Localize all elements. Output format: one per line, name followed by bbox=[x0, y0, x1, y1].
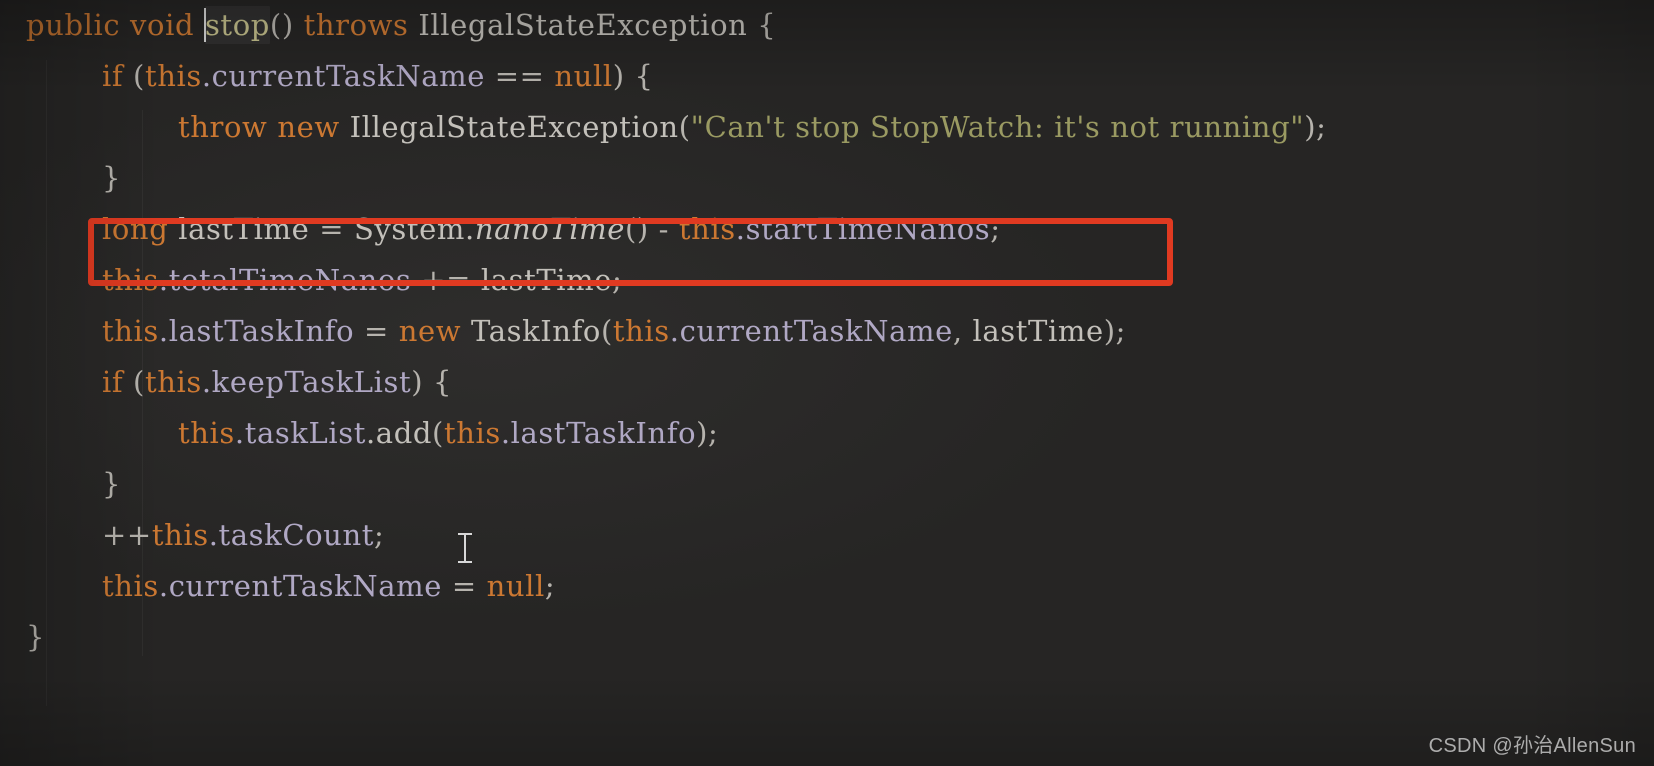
code-line[interactable]: this.lastTaskInfo = new TaskInfo(this.cu… bbox=[0, 306, 1654, 357]
code-line[interactable]: long lastTime = System.nanoTime() - this… bbox=[0, 204, 1654, 255]
code-token: == bbox=[484, 59, 555, 93]
code-token: - bbox=[648, 212, 679, 246]
code-token: lastTime bbox=[480, 263, 613, 297]
code-token: stop bbox=[204, 6, 270, 44]
code-token: ( bbox=[432, 416, 444, 450]
code-token: = bbox=[319, 212, 354, 246]
code-token: null bbox=[486, 569, 545, 603]
code-token: throw bbox=[178, 110, 268, 144]
code-token: () bbox=[269, 8, 294, 42]
code-token: void bbox=[130, 8, 195, 42]
code-token: = bbox=[442, 569, 487, 603]
code-token: ( bbox=[678, 110, 691, 144]
code-token: "Can't stop StopWatch: it's not running" bbox=[690, 110, 1305, 144]
code-token: ; bbox=[373, 518, 385, 552]
code-token: ); bbox=[1103, 314, 1127, 348]
code-token: throws bbox=[303, 8, 409, 42]
code-token: .currentTaskName bbox=[669, 314, 953, 348]
code-token: this bbox=[144, 59, 202, 93]
code-line[interactable]: } bbox=[0, 153, 1654, 204]
code-line[interactable]: this.currentTaskName = null; bbox=[0, 561, 1654, 612]
code-token: .lastTaskInfo bbox=[158, 314, 355, 348]
code-token: this bbox=[678, 212, 736, 246]
code-token: , bbox=[952, 314, 973, 348]
code-token: null bbox=[554, 59, 613, 93]
code-token: ; bbox=[612, 263, 623, 297]
code-token: } bbox=[26, 620, 46, 654]
csdn-watermark: CSDN @孙治AllenSun bbox=[1428, 735, 1636, 757]
code-token: .currentTaskName bbox=[201, 59, 485, 93]
code-token: if bbox=[102, 59, 124, 93]
code-token: this bbox=[102, 569, 159, 603]
code-token: ; bbox=[990, 212, 1001, 246]
code-line[interactable]: this.taskList.add(this.lastTaskInfo); bbox=[0, 408, 1654, 459]
code-token: this bbox=[443, 416, 501, 450]
code-token: lastTime bbox=[972, 314, 1104, 348]
code-token: nanoTime bbox=[474, 212, 625, 246]
code-line[interactable]: if (this.currentTaskName == null) { bbox=[0, 51, 1654, 102]
code-token: IllegalStateException bbox=[418, 8, 748, 42]
code-token: new bbox=[398, 314, 462, 348]
code-token: .keepTaskList bbox=[201, 365, 412, 399]
code-token: this bbox=[178, 416, 235, 450]
code-token: .currentTaskName bbox=[158, 569, 443, 603]
code-token: this bbox=[102, 263, 159, 297]
code-content[interactable]: public void stop() throws IllegalStateEx… bbox=[0, 0, 1654, 663]
code-token: ( bbox=[123, 59, 145, 93]
code-token: this bbox=[102, 314, 159, 348]
code-token: } bbox=[102, 161, 122, 195]
code-line[interactable]: } bbox=[0, 612, 1654, 663]
code-line[interactable]: this.totalTimeNanos += lastTime; bbox=[0, 255, 1654, 306]
code-line[interactable]: ++this.taskCount; bbox=[0, 510, 1654, 561]
code-token: .taskCount bbox=[208, 518, 374, 552]
code-token: ++ bbox=[102, 518, 152, 552]
code-token: } bbox=[102, 467, 122, 501]
code-line[interactable]: public void stop() throws IllegalStateEx… bbox=[0, 0, 1654, 51]
code-token: IllegalStateException bbox=[349, 110, 679, 144]
code-token: this bbox=[151, 518, 209, 552]
code-token: if bbox=[102, 365, 124, 399]
code-token: += bbox=[411, 263, 481, 297]
code-token: { bbox=[747, 8, 777, 42]
code-line[interactable]: if (this.keepTaskList) { bbox=[0, 357, 1654, 408]
code-token: .startTimeNanos bbox=[735, 212, 991, 246]
code-token: ) { bbox=[411, 365, 453, 399]
code-token: .lastTaskInfo bbox=[500, 416, 697, 450]
code-token: ( bbox=[600, 314, 613, 348]
code-token: this bbox=[144, 365, 202, 399]
code-token: .add bbox=[365, 416, 433, 450]
code-line[interactable]: } bbox=[0, 459, 1654, 510]
code-token: () bbox=[625, 212, 649, 246]
code-token: lastTime bbox=[168, 212, 320, 246]
code-token: this bbox=[612, 314, 670, 348]
code-editor[interactable]: public void stop() throws IllegalStateEx… bbox=[0, 0, 1654, 766]
code-token: ( bbox=[123, 365, 145, 399]
code-token: TaskInfo bbox=[461, 314, 601, 348]
code-token: ); bbox=[696, 416, 719, 450]
code-line[interactable]: throw new IllegalStateException("Can't s… bbox=[0, 102, 1654, 153]
code-token: new bbox=[277, 110, 340, 144]
code-token: ); bbox=[1304, 110, 1327, 144]
code-token: .taskList bbox=[234, 416, 366, 450]
code-token: = bbox=[354, 314, 399, 348]
code-token: ; bbox=[544, 569, 556, 603]
code-token: .totalTimeNanos bbox=[158, 263, 412, 297]
code-token: public bbox=[26, 8, 121, 42]
code-token: System. bbox=[353, 212, 475, 246]
code-token: ) { bbox=[612, 59, 654, 93]
code-token: long bbox=[102, 212, 169, 246]
